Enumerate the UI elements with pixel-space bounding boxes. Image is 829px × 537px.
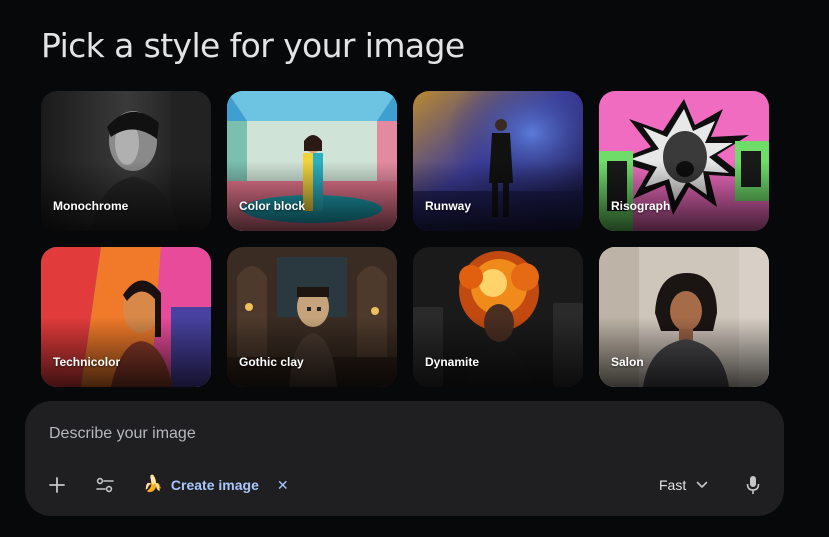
style-label: Risograph bbox=[611, 199, 671, 213]
style-card-gothic-clay[interactable]: Gothic clay bbox=[227, 247, 397, 387]
style-label: Dynamite bbox=[425, 355, 480, 369]
style-card-color-block[interactable]: Color block bbox=[227, 91, 397, 231]
prompt-input[interactable] bbox=[47, 419, 651, 449]
style-label: Salon bbox=[611, 355, 644, 369]
tools-button[interactable] bbox=[93, 473, 117, 497]
style-card-risograph[interactable]: Risograph bbox=[599, 91, 769, 231]
add-button[interactable] bbox=[45, 473, 69, 497]
mode-selector[interactable]: Fast bbox=[659, 474, 708, 496]
label-shade bbox=[227, 161, 397, 231]
mic-button[interactable] bbox=[743, 473, 763, 497]
page-title: Pick a style for your image bbox=[41, 26, 465, 65]
sliders-icon bbox=[96, 477, 114, 493]
style-label: Color block bbox=[239, 199, 306, 213]
chip-label: Create image bbox=[170, 477, 259, 493]
chevron-down-icon bbox=[696, 481, 708, 488]
style-label: Monochrome bbox=[53, 199, 129, 213]
style-card-salon[interactable]: Salon bbox=[599, 247, 769, 387]
label-shade bbox=[227, 317, 397, 387]
style-card-monochrome[interactable]: Monochrome bbox=[41, 91, 211, 231]
label-shade bbox=[599, 161, 769, 231]
style-card-dynamite[interactable]: Dynamite bbox=[413, 247, 583, 387]
label-shade bbox=[41, 161, 211, 231]
style-label: Technicolor bbox=[53, 355, 121, 369]
label-shade bbox=[599, 317, 769, 387]
prompt-panel: 🍌 Create image ✕ Fast bbox=[25, 401, 784, 516]
label-shade bbox=[41, 317, 211, 387]
label-shade bbox=[413, 161, 583, 231]
mic-icon bbox=[746, 476, 760, 494]
mode-label: Fast bbox=[659, 477, 687, 493]
style-grid: Monochrome Color block Runway Risograph … bbox=[41, 91, 769, 387]
plus-icon bbox=[49, 477, 65, 493]
style-card-technicolor[interactable]: Technicolor bbox=[41, 247, 211, 387]
create-image-chip[interactable]: 🍌 Create image ✕ bbox=[143, 472, 289, 498]
style-card-runway[interactable]: Runway bbox=[413, 91, 583, 231]
close-icon[interactable]: ✕ bbox=[277, 477, 289, 494]
style-label: Gothic clay bbox=[239, 355, 304, 369]
label-shade bbox=[413, 317, 583, 387]
style-label: Runway bbox=[425, 199, 472, 213]
banana-icon: 🍌 bbox=[143, 476, 163, 493]
